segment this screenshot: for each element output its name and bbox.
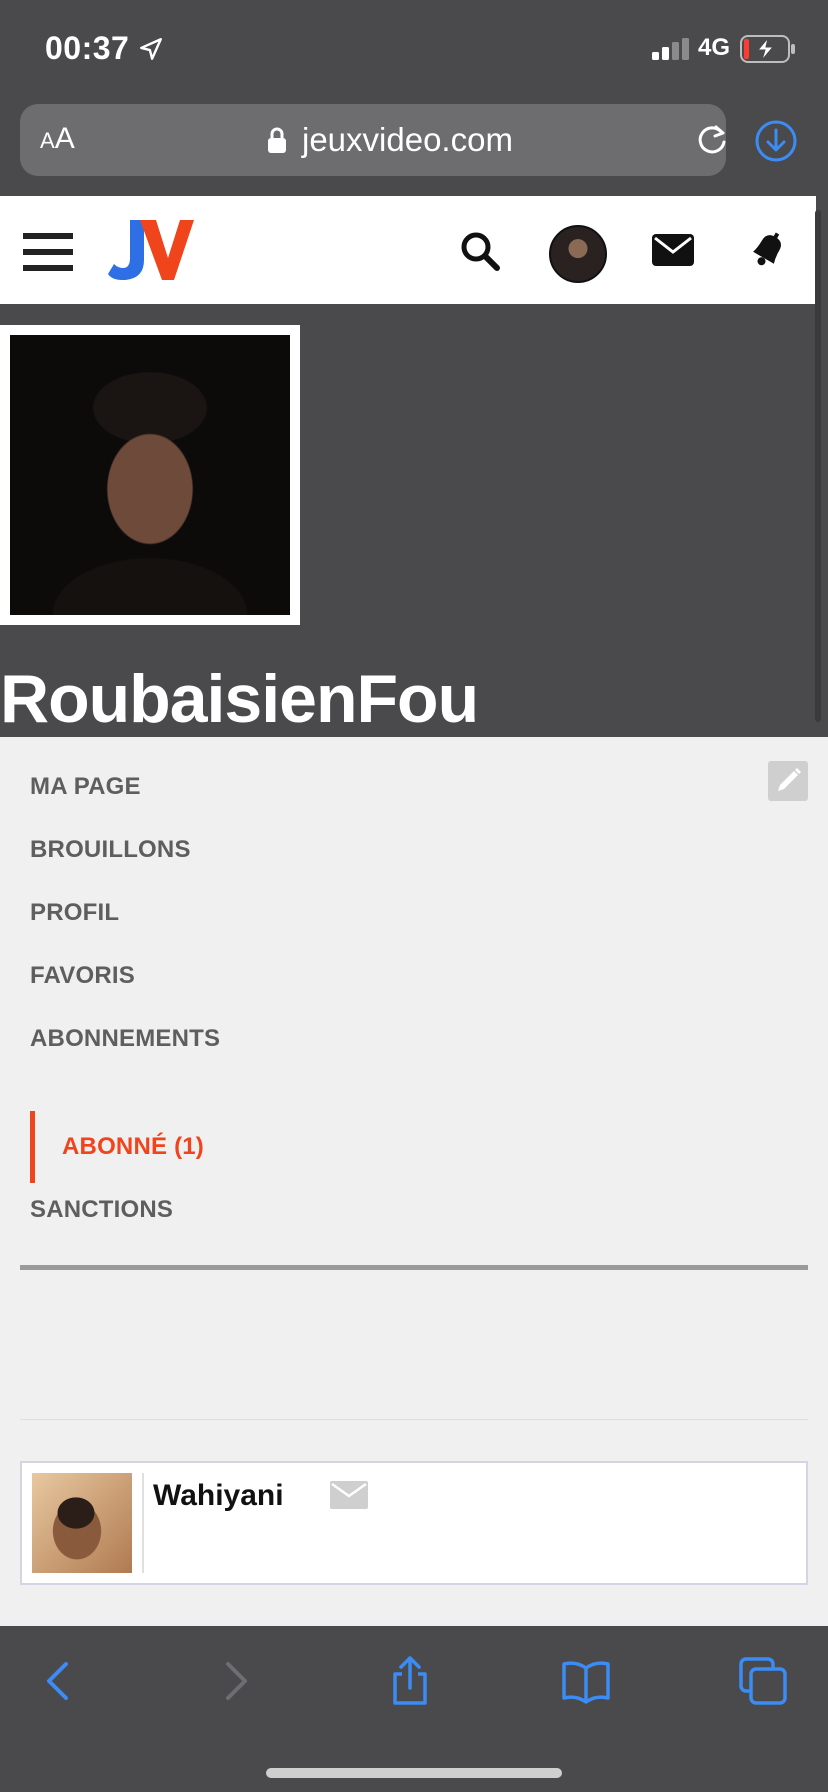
notification-bell-icon[interactable] [748,229,788,271]
nav-item-favoris[interactable]: FAVORIS [30,962,135,990]
lock-icon [268,127,286,153]
edit-pencil-icon[interactable] [768,761,808,801]
subscriber-card[interactable]: Wahiyani [20,1461,808,1585]
reload-icon[interactable] [694,122,730,158]
share-icon[interactable] [385,1656,435,1706]
tabs-icon[interactable] [738,1656,788,1706]
mail-icon[interactable] [652,234,694,266]
nav-item-brouillons[interactable]: BROUILLONS [30,836,191,864]
cellular-signal-icon [652,38,689,60]
send-message-icon[interactable] [330,1481,368,1509]
search-icon[interactable] [459,230,501,272]
nav-item-ma-page[interactable]: MA PAGE [30,773,141,801]
profile-username: RoubaisienFou [0,661,479,737]
page-scrollbar[interactable] [815,210,821,722]
card-separator [142,1473,144,1573]
profile-photo-frame [0,325,300,625]
nav-item-profil[interactable]: PROFIL [30,899,119,927]
location-arrow-icon [140,38,162,60]
nav-item-sanctions[interactable]: SANCTIONS [30,1196,173,1224]
downloads-icon[interactable] [754,119,798,163]
subscriber-avatar[interactable] [32,1473,132,1573]
subscriber-name[interactable]: Wahiyani [153,1479,284,1513]
back-icon[interactable] [34,1656,84,1706]
url-text[interactable]: jeuxvideo.com [302,121,513,159]
site-header [0,196,816,304]
battery-charging-icon [740,35,795,63]
status-bar: 00:37 4G [0,0,828,100]
section-divider [20,1419,808,1420]
nav-item-abonne[interactable]: ABONNÉ (1) [62,1133,204,1161]
bookmarks-icon[interactable] [561,1656,611,1706]
hamburger-menu-icon[interactable] [23,233,73,271]
jv-logo[interactable] [108,218,194,282]
address-bar[interactable]: AA jeuxvideo.com [20,104,726,176]
status-time: 00:37 [45,30,130,66]
profile-photo [10,335,290,615]
profile-nav-panel: MA PAGE BROUILLONS PROFIL FAVORIS ABONNE… [0,737,828,1626]
home-indicator[interactable] [266,1768,562,1778]
nav-item-abonnements[interactable]: ABONNEMENTS [30,1025,220,1053]
forward-icon[interactable] [210,1656,260,1706]
reader-options-button[interactable]: AA [40,122,75,156]
browser-toolbar [0,1626,828,1792]
network-type: 4G [698,34,731,61]
active-indicator-bar [30,1111,35,1183]
user-avatar[interactable] [549,225,607,283]
nav-divider [20,1265,808,1270]
